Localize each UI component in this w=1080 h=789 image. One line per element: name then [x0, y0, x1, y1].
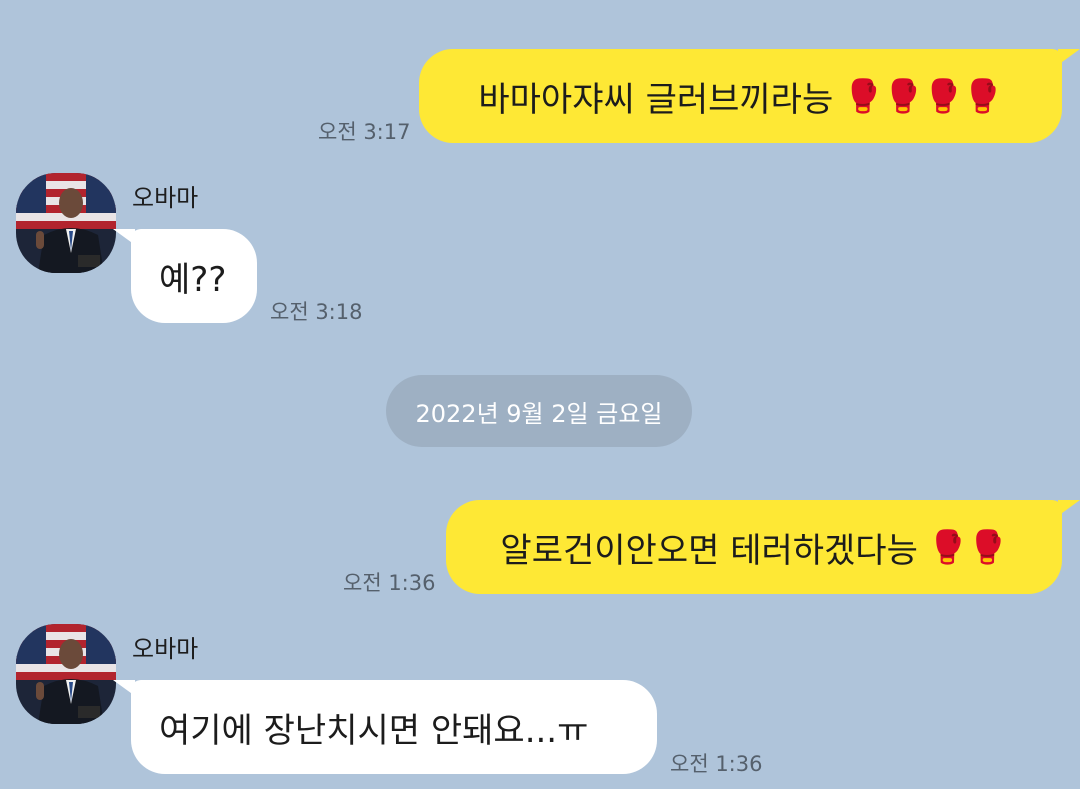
- message-text: 여기에 장난치시면 안돼요...ㅠ: [159, 710, 589, 751]
- my-message-bubble[interactable]: 바마아쟈씨 글러브끼라능 🥊🥊🥊🥊: [419, 49, 1062, 143]
- boxing-glove-emoji: 🥊🥊🥊🥊: [843, 77, 1003, 115]
- their-message-bubble[interactable]: 예??: [131, 229, 257, 323]
- bubble-tail: [113, 680, 135, 696]
- sender-name: 오바마: [132, 184, 199, 212]
- message-time: 오전 1:36: [343, 571, 436, 595]
- date-divider-text: 2022년 9월 2일 금요일: [415, 399, 663, 428]
- sender-name: 오바마: [132, 635, 199, 663]
- my-message-bubble[interactable]: 알로건이안오면 테러하겠다능 🥊🥊: [446, 500, 1062, 594]
- avatar[interactable]: [16, 173, 116, 273]
- message-text: 예??: [159, 259, 227, 300]
- message-time: 오전 3:18: [270, 300, 363, 324]
- avatar-image: [16, 624, 116, 724]
- message-time: 오전 1:36: [670, 752, 763, 776]
- avatar-image: [16, 173, 116, 273]
- bubble-tail: [1058, 500, 1080, 516]
- bubble-tail: [113, 229, 135, 245]
- message-text: 알로건이안오면 테러하겠다능: [500, 530, 918, 571]
- avatar[interactable]: [16, 624, 116, 724]
- boxing-glove-emoji: 🥊🥊: [927, 528, 1008, 566]
- their-message-bubble[interactable]: 여기에 장난치시면 안돼요...ㅠ: [131, 680, 657, 774]
- bubble-tail: [1058, 49, 1080, 65]
- message-time: 오전 3:17: [318, 120, 411, 144]
- date-divider: 2022년 9월 2일 금요일: [386, 375, 692, 447]
- message-text: 바마아쟈씨 글러브끼라능: [478, 79, 834, 120]
